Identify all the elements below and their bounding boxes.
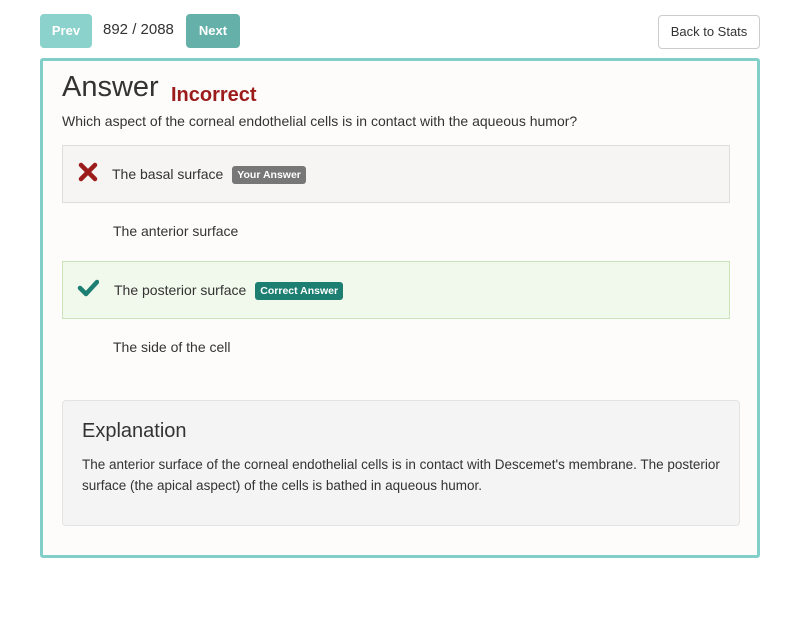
option-text: The anterior surface: [113, 223, 239, 239]
question-text: Which aspect of the corneal endothelial …: [62, 113, 578, 129]
explanation-text: The anterior surface of the corneal endo…: [82, 457, 720, 493]
answer-panel: Answer Incorrect Which aspect of the cor…: [40, 58, 760, 558]
option-text: The side of the cell: [113, 339, 231, 355]
result-label: Incorrect: [171, 84, 257, 106]
answer-heading: Answer: [62, 71, 159, 103]
question-counter: 892 / 2088: [103, 21, 174, 38]
explanation-title: Explanation: [82, 420, 187, 442]
option-posterior-surface[interactable]: The posterior surface Correct Answer: [62, 261, 730, 319]
x-icon: [78, 162, 98, 182]
navigation-bar: Prev 892 / 2088 Next Back to Stats: [40, 14, 760, 49]
option-label: The basal surface Your Answer: [112, 166, 306, 184]
check-icon: [77, 279, 99, 297]
option-label: The anterior surface: [113, 223, 238, 239]
option-text: The basal surface: [112, 166, 224, 182]
your-answer-badge: Your Answer: [232, 166, 306, 184]
option-side-of-cell[interactable]: The side of the cell: [62, 319, 730, 377]
option-anterior-surface[interactable]: The anterior surface: [62, 203, 730, 261]
prev-button[interactable]: Prev: [40, 14, 92, 48]
option-label: The side of the cell: [113, 339, 231, 355]
correct-answer-badge: Correct Answer: [255, 282, 344, 300]
option-basal-surface[interactable]: The basal surface Your Answer: [62, 145, 730, 203]
explanation-box: Explanation The anterior surface of the …: [62, 400, 740, 526]
back-to-stats-button[interactable]: Back to Stats: [658, 15, 760, 49]
option-label: The posterior surface Correct Answer: [114, 282, 344, 300]
next-button[interactable]: Next: [186, 14, 240, 48]
option-text: The posterior surface: [114, 282, 247, 298]
